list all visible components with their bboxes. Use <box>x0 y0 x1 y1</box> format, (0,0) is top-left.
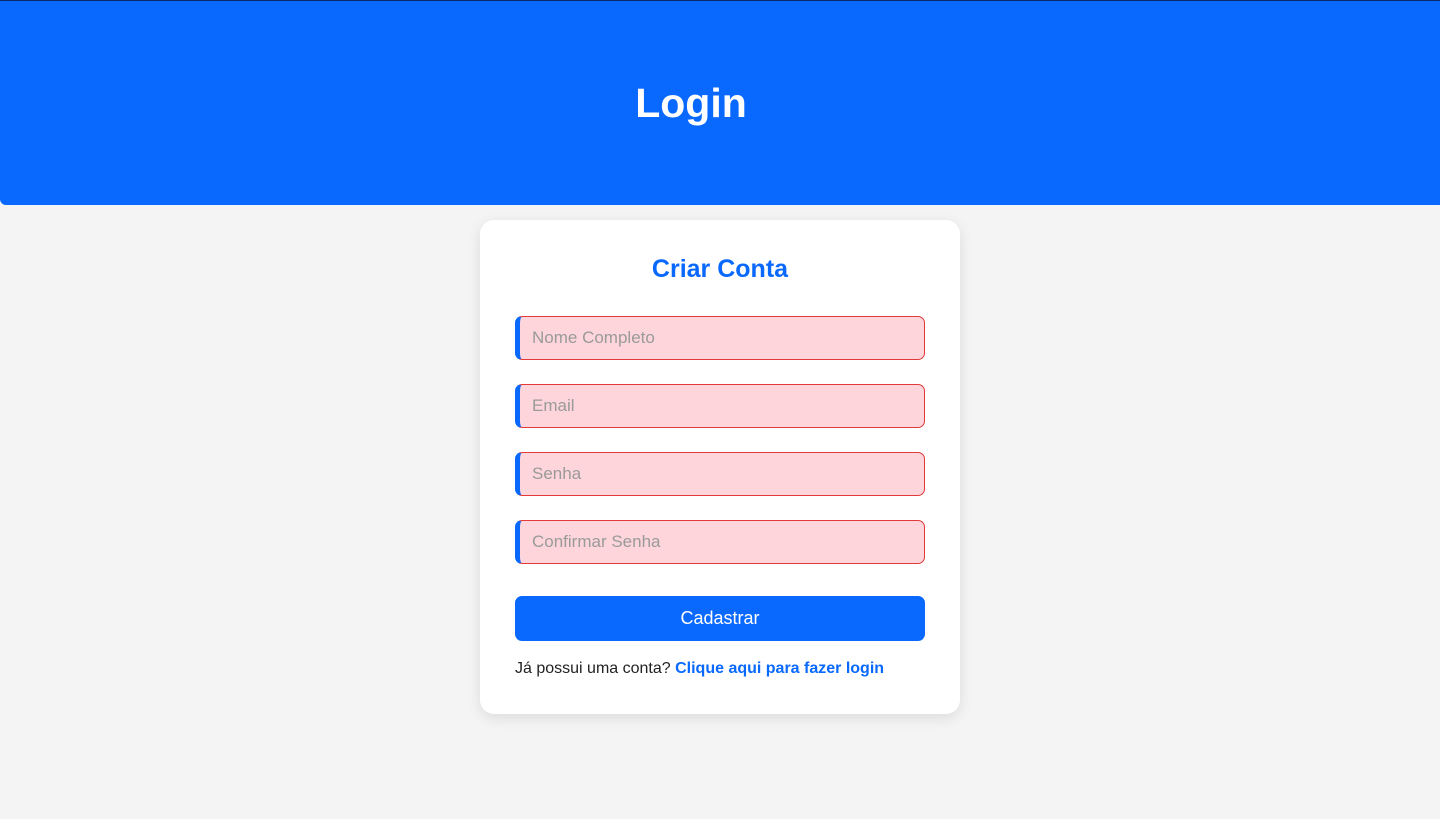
form-title-wrap: Criar Conta <box>0 253 1440 285</box>
password-input[interactable] <box>515 452 925 496</box>
full-name-input[interactable] <box>515 316 925 360</box>
email-input[interactable] <box>515 384 925 428</box>
login-link[interactable]: Clique aqui para fazer login <box>675 660 884 677</box>
page-header: Login <box>0 0 1440 205</box>
login-prompt-text: Já possui uma conta? <box>515 660 671 677</box>
confirm-password-input[interactable] <box>515 520 925 564</box>
login-prompt-line: Já possui uma conta? Clique aqui para fa… <box>515 659 884 679</box>
page-title: Login <box>635 80 747 126</box>
register-button[interactable]: Cadastrar <box>515 596 925 641</box>
form-title: Criar Conta <box>651 255 789 283</box>
